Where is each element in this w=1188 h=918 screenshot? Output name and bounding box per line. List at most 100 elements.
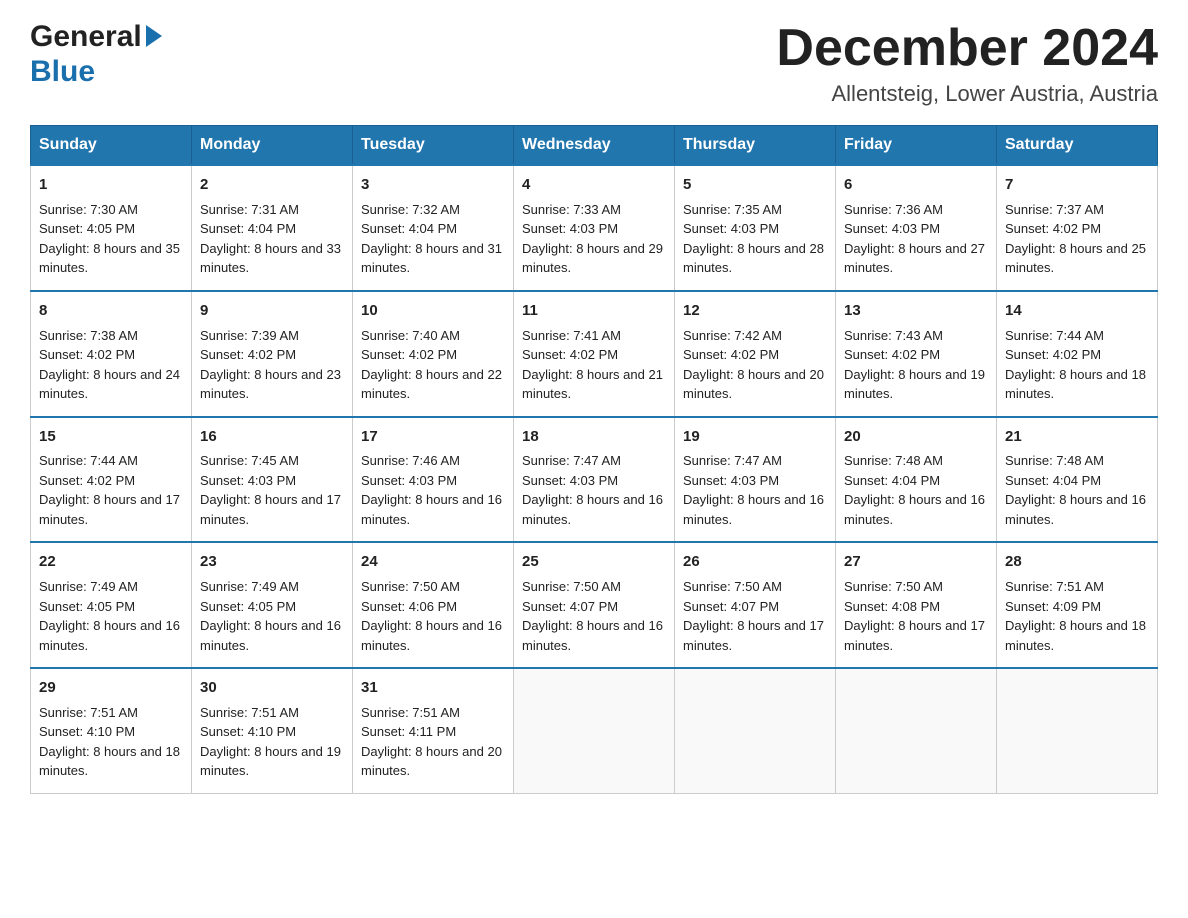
calendar-cell: 28Sunrise: 7:51 AMSunset: 4:09 PMDayligh…: [997, 542, 1158, 668]
calendar-week-4: 22Sunrise: 7:49 AMSunset: 4:05 PMDayligh…: [31, 542, 1158, 668]
day-number: 1: [39, 174, 183, 196]
calendar-cell: 25Sunrise: 7:50 AMSunset: 4:07 PMDayligh…: [514, 542, 675, 668]
sunrise-label: Sunrise: 7:32 AM: [361, 202, 460, 217]
daylight-label: Daylight: 8 hours and 23 minutes.: [200, 367, 341, 402]
sunset-label: Sunset: 4:03 PM: [361, 473, 457, 488]
day-number: 6: [844, 174, 988, 196]
sunset-label: Sunset: 4:03 PM: [683, 221, 779, 236]
logo-arrow-icon: [146, 25, 162, 47]
day-number: 22: [39, 551, 183, 573]
calendar-cell: 14Sunrise: 7:44 AMSunset: 4:02 PMDayligh…: [997, 291, 1158, 417]
calendar-cell: 15 Sunrise: 7:44 AMSunset: 4:02 PMDayligh…: [31, 417, 192, 543]
sunrise-label: Sunrise: 7:48 AM: [844, 453, 943, 468]
sunrise-label: Sunrise: 7:44 AM: [1005, 328, 1104, 343]
day-number: 15: [39, 426, 183, 448]
sunrise-label: Sunrise: 7:31 AM: [200, 202, 299, 217]
sunrise-label: Sunrise: 7:47 AM: [683, 453, 782, 468]
calendar-cell: 30Sunrise: 7:51 AMSunset: 4:10 PMDayligh…: [192, 668, 353, 793]
day-number: 25: [522, 551, 666, 573]
header-monday: Monday: [192, 126, 353, 166]
sunrise-label: Sunrise: 7:48 AM: [1005, 453, 1104, 468]
day-info: Sunrise: 7:38 AMSunset: 4:02 PMDaylight:…: [39, 326, 183, 404]
calendar-cell: 4Sunrise: 7:33 AMSunset: 4:03 PMDaylight…: [514, 165, 675, 291]
daylight-label: Daylight: 8 hours and 25 minutes.: [1005, 241, 1146, 276]
calendar-cell: 7 Sunrise: 7:37 AMSunset: 4:02 PMDaylight…: [997, 165, 1158, 291]
daylight-label: Daylight: 8 hours and 16 minutes.: [361, 618, 502, 653]
daylight-label: Daylight: 8 hours and 20 minutes.: [683, 367, 824, 402]
daylight-label: Daylight: 8 hours and 27 minutes.: [844, 241, 985, 276]
day-number: 26: [683, 551, 827, 573]
daylight-label: Daylight: 8 hours and 28 minutes.: [683, 241, 824, 276]
sunset-label: Sunset: 4:02 PM: [1005, 347, 1101, 362]
sunrise-label: Sunrise: 7:40 AM: [361, 328, 460, 343]
day-number: 7: [1005, 174, 1149, 196]
calendar-week-2: 8 Sunrise: 7:38 AMSunset: 4:02 PMDaylight…: [31, 291, 1158, 417]
sunset-label: Sunset: 4:08 PM: [844, 599, 940, 614]
sunset-label: Sunset: 4:10 PM: [200, 724, 296, 739]
day-info: Sunrise: 7:41 AMSunset: 4:02 PMDaylight:…: [522, 326, 666, 404]
calendar-cell: [997, 668, 1158, 793]
daylight-label: Daylight: 8 hours and 16 minutes.: [683, 492, 824, 527]
calendar-subtitle: Allentsteig, Lower Austria, Austria: [776, 81, 1158, 107]
calendar-cell: 24Sunrise: 7:50 AMSunset: 4:06 PMDayligh…: [353, 542, 514, 668]
day-number: 24: [361, 551, 505, 573]
daylight-label: Daylight: 8 hours and 18 minutes.: [39, 744, 180, 779]
daylight-label: Daylight: 8 hours and 21 minutes.: [522, 367, 663, 402]
daylight-label: Daylight: 8 hours and 17 minutes.: [39, 492, 180, 527]
day-info: Sunrise: 7:44 AMSunset: 4:02 PMDaylight:…: [39, 451, 183, 529]
calendar-week-1: 1Sunrise: 7:30 AMSunset: 4:05 PMDaylight…: [31, 165, 1158, 291]
calendar-title: December 2024: [776, 20, 1158, 77]
sunset-label: Sunset: 4:03 PM: [683, 473, 779, 488]
calendar-week-5: 29Sunrise: 7:51 AMSunset: 4:10 PMDayligh…: [31, 668, 1158, 793]
header-row: SundayMondayTuesdayWednesdayThursdayFrid…: [31, 126, 1158, 166]
day-number: 5: [683, 174, 827, 196]
calendar-cell: 3Sunrise: 7:32 AMSunset: 4:04 PMDaylight…: [353, 165, 514, 291]
daylight-label: Daylight: 8 hours and 16 minutes.: [1005, 492, 1146, 527]
day-info: Sunrise: 7:50 AMSunset: 4:07 PMDaylight:…: [683, 577, 827, 655]
day-info: Sunrise: 7:31 AMSunset: 4:04 PMDaylight:…: [200, 200, 344, 278]
calendar-header: SundayMondayTuesdayWednesdayThursdayFrid…: [31, 126, 1158, 166]
sunrise-label: Sunrise: 7:51 AM: [200, 705, 299, 720]
day-number: 8: [39, 300, 183, 322]
calendar-cell: 6Sunrise: 7:36 AMSunset: 4:03 PMDaylight…: [836, 165, 997, 291]
day-info: Sunrise: 7:44 AMSunset: 4:02 PMDaylight:…: [1005, 326, 1149, 404]
sunrise-label: Sunrise: 7:43 AM: [844, 328, 943, 343]
calendar-body: 1Sunrise: 7:30 AMSunset: 4:05 PMDaylight…: [31, 165, 1158, 793]
calendar-cell: 23Sunrise: 7:49 AMSunset: 4:05 PMDayligh…: [192, 542, 353, 668]
day-number: 12: [683, 300, 827, 322]
sunrise-label: Sunrise: 7:39 AM: [200, 328, 299, 343]
calendar-cell: [514, 668, 675, 793]
day-info: Sunrise: 7:47 AM Sunset: 4:03 PM Daylight:…: [683, 451, 827, 529]
sunrise-label: Sunrise: 7:49 AM: [200, 579, 299, 594]
calendar-cell: 18Sunrise: 7:47 AMSunset: 4:03 PMDayligh…: [514, 417, 675, 543]
day-info: Sunrise: 7:35 AMSunset: 4:03 PMDaylight:…: [683, 200, 827, 278]
calendar-cell: 2Sunrise: 7:31 AMSunset: 4:04 PMDaylight…: [192, 165, 353, 291]
day-number: 17: [361, 426, 505, 448]
calendar-cell: 19Sunrise: 7:47 AMSunset: 4:03 PMDayligh…: [675, 417, 836, 543]
sunrise-label: Sunrise: 7:42 AM: [683, 328, 782, 343]
logo: General Blue: [30, 20, 162, 89]
sunrise-label: Sunrise: 7:33 AM: [522, 202, 621, 217]
daylight-label: Daylight: 8 hours and 16 minutes.: [200, 618, 341, 653]
sunset-label: Sunset: 4:02 PM: [39, 347, 135, 362]
day-number: 14: [1005, 300, 1149, 322]
day-info: Sunrise: 7:51 AMSunset: 4:11 PMDaylight:…: [361, 703, 505, 781]
calendar-cell: 21Sunrise: 7:48 AMSunset: 4:04 PMDayligh…: [997, 417, 1158, 543]
sunrise-label: Sunrise: 7:30 AM: [39, 202, 138, 217]
day-number: 27: [844, 551, 988, 573]
day-info: Sunrise: 7:51 AMSunset: 4:10 PMDaylight:…: [39, 703, 183, 781]
calendar-cell: 5 Sunrise: 7:35 AMSunset: 4:03 PMDaylight…: [675, 165, 836, 291]
sunset-label: Sunset: 4:10 PM: [39, 724, 135, 739]
header-saturday: Saturday: [997, 126, 1158, 166]
sunset-label: Sunset: 4:03 PM: [844, 221, 940, 236]
calendar-cell: 16Sunrise: 7:45 AMSunset: 4:03 PMDayligh…: [192, 417, 353, 543]
sunrise-label: Sunrise: 7:45 AM: [200, 453, 299, 468]
daylight-label: Daylight: 8 hours and 16 minutes.: [522, 492, 663, 527]
sunset-label: Sunset: 4:04 PM: [1005, 473, 1101, 488]
calendar-cell: 12Sunrise: 7:42 AMSunset: 4:02 PMDayligh…: [675, 291, 836, 417]
day-info: Sunrise: 7:37 AMSunset: 4:02 PMDaylight:…: [1005, 200, 1149, 278]
sunrise-label: Sunrise: 7:49 AM: [39, 579, 138, 594]
sunset-label: Sunset: 4:06 PM: [361, 599, 457, 614]
calendar-cell: 13Sunrise: 7:43 AMSunset: 4:02 PMDayligh…: [836, 291, 997, 417]
sunset-label: Sunset: 4:11 PM: [361, 724, 456, 739]
